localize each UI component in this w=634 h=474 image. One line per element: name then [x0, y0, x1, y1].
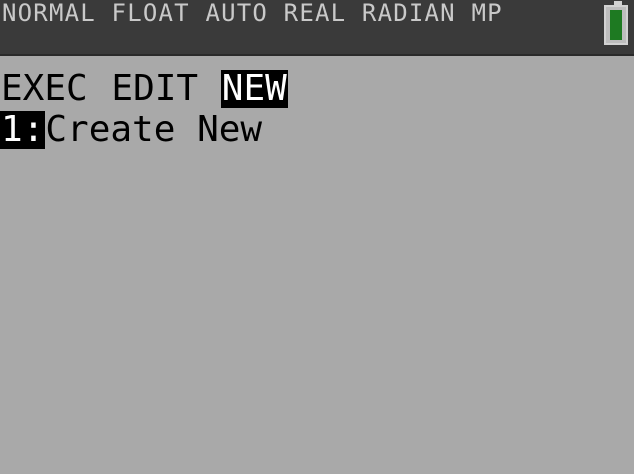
program-menu-tabs: EXEC EDIT NEW [0, 70, 288, 108]
tab-exec[interactable]: EXEC [0, 70, 89, 108]
status-bar: NORMAL FLOAT AUTO REAL RADIAN MP [0, 0, 634, 56]
battery-level-fill [610, 10, 622, 40]
tab-new[interactable]: NEW [220, 70, 288, 108]
calculator-screen: NORMAL FLOAT AUTO REAL RADIAN MP EXEC ED… [0, 0, 634, 474]
mode-status-text: NORMAL FLOAT AUTO REAL RADIAN MP [2, 0, 503, 27]
menu-item-create-new[interactable]: 1:Create New [0, 111, 262, 149]
battery-cap [614, 1, 622, 6]
tab-edit[interactable]: EDIT [110, 70, 199, 108]
battery-icon [604, 1, 628, 45]
menu-item-label: Create New [45, 109, 263, 150]
menu-item-number: 1: [0, 109, 46, 150]
